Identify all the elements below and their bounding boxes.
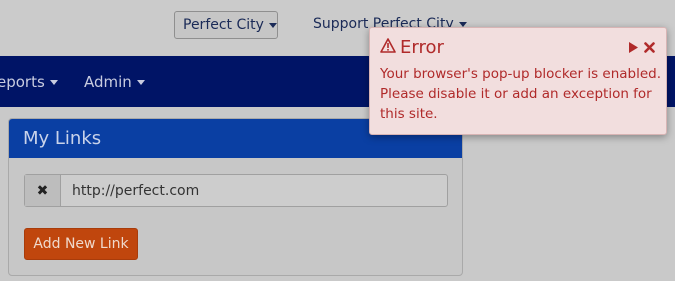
my-links-panel: My Links ✖ Add New Link <box>8 118 463 276</box>
panel-title: My Links <box>23 128 102 149</box>
nav-item-reports[interactable]: eports <box>0 73 58 91</box>
caret-down-icon <box>268 22 277 28</box>
play-icon[interactable] <box>628 38 638 57</box>
caret-down-icon <box>136 79 145 85</box>
nav-item-admin[interactable]: Admin <box>84 73 145 91</box>
error-title: Error <box>400 36 444 58</box>
city-dropdown-label: Perfect City <box>183 17 264 33</box>
link-row: ✖ <box>24 174 448 207</box>
error-message: Your browser's pop-up blocker is enabled… <box>380 66 662 122</box>
link-url-input[interactable] <box>61 175 447 206</box>
city-dropdown-button[interactable]: Perfect City <box>174 11 278 39</box>
error-notification: Error Your browser's pop-up blocker is e… <box>369 27 667 135</box>
caret-down-icon <box>458 21 467 27</box>
add-new-link-button[interactable]: Add New Link <box>24 228 138 260</box>
caret-down-icon <box>49 79 58 85</box>
remove-link-button[interactable]: ✖ <box>25 175 61 206</box>
error-controls <box>628 38 655 57</box>
error-title-row: Error <box>380 36 656 58</box>
nav-item-label: Admin <box>84 73 132 91</box>
nav-item-label: eports <box>0 73 45 91</box>
warning-icon <box>380 37 396 58</box>
close-icon: ✖ <box>36 182 49 199</box>
close-icon[interactable] <box>644 38 655 57</box>
